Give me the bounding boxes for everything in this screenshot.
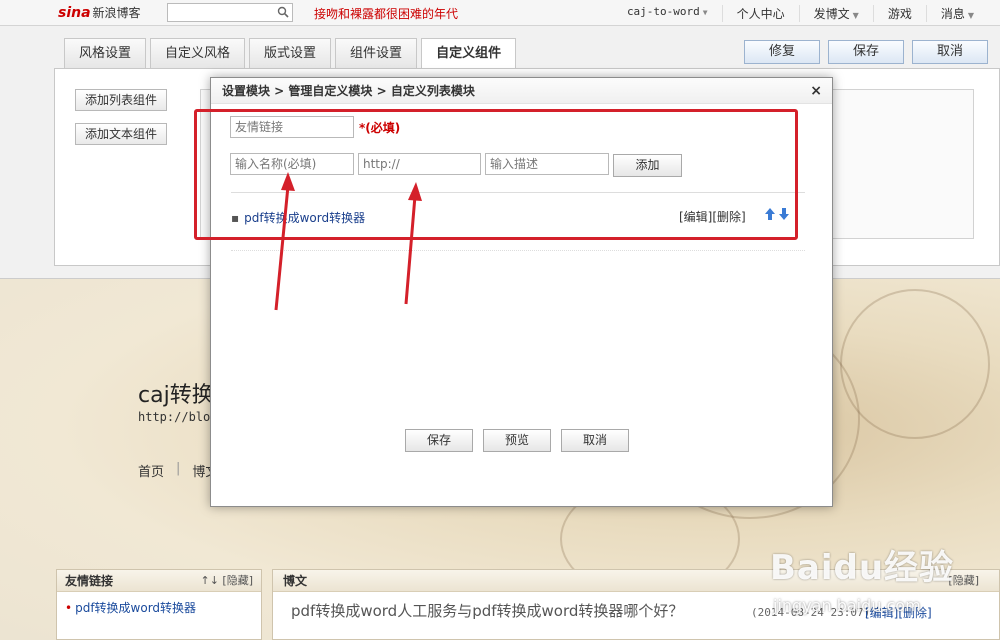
- nav-divider: |: [176, 461, 181, 476]
- watermark-brand: Baidu经验: [770, 548, 955, 588]
- tab-style-settings[interactable]: 风格设置: [64, 38, 147, 68]
- close-icon[interactable]: ×: [810, 78, 822, 104]
- divider: [231, 250, 805, 251]
- nav-post-blog[interactable]: 发博文 ▼: [798, 5, 873, 22]
- bullet-icon: •: [65, 601, 73, 615]
- blog-nav-home[interactable]: 首页: [138, 461, 164, 480]
- cancel-button[interactable]: 取消: [912, 40, 988, 64]
- save-button[interactable]: 保存: [828, 40, 904, 64]
- add-text-component-button[interactable]: 添加文本组件: [75, 123, 167, 145]
- headline-link[interactable]: 接吻和裸露都很困难的年代: [314, 5, 458, 22]
- add-list-component-button[interactable]: 添加列表组件: [75, 89, 167, 111]
- nav-blog-name[interactable]: caj-to-word ▼: [613, 5, 722, 22]
- chevron-down-icon: ▼: [967, 11, 974, 20]
- dialog-preview-button[interactable]: 预览: [483, 429, 551, 452]
- annotation-highlight-box: [194, 109, 798, 240]
- background-artwork: [840, 289, 990, 439]
- post-section-title: 博文: [283, 574, 308, 588]
- list-item[interactable]: • pdf转换成word转换器: [57, 592, 261, 623]
- widget-ops[interactable]: ↑↓ [隐藏]: [200, 570, 253, 592]
- watermark-url: jingyan.baidu.com: [773, 596, 921, 615]
- tab-custom-style[interactable]: 自定义风格: [150, 38, 246, 68]
- dialog-breadcrumb: 设置模块 > 管理自定义模块 > 自定义列表模块 ×: [211, 78, 832, 104]
- nav-personal-center[interactable]: 个人中心: [721, 5, 799, 22]
- user-nav: caj-to-word ▼ 个人中心 发博文 ▼ 游戏 消息 ▼: [613, 5, 988, 22]
- search-input[interactable]: [167, 3, 293, 22]
- nav-messages[interactable]: 消息 ▼: [925, 5, 988, 22]
- tab-component-settings[interactable]: 组件设置: [335, 38, 418, 68]
- blog-title: caj转换: [138, 383, 214, 408]
- tab-custom-component[interactable]: 自定义组件: [421, 38, 517, 69]
- chevron-down-icon: ▼: [852, 11, 859, 20]
- search-icon[interactable]: [277, 6, 289, 18]
- dialog-save-button[interactable]: 保存: [405, 429, 473, 452]
- settings-actions: 修复 保存 取消: [744, 40, 988, 64]
- tab-layout-settings[interactable]: 版式设置: [249, 38, 332, 68]
- repair-button[interactable]: 修复: [744, 40, 820, 64]
- blog-nav: 首页 | 博文: [138, 461, 218, 480]
- top-nav-bar: sina 新浪博客 接吻和裸露都很困难的年代 caj-to-word ▼ 个人中心 …: [0, 0, 1000, 26]
- sina-logo[interactable]: sina 新浪博客: [58, 4, 141, 21]
- friend-links-widget: 友情链接 ↑↓ [隐藏] • pdf转换成word转换器: [56, 569, 262, 640]
- widget-title: 友情链接: [65, 574, 114, 588]
- widget-header: 友情链接 ↑↓ [隐藏]: [57, 570, 261, 592]
- post-title-link[interactable]: pdf转换成word人工服务与pdf转换成word转换器哪个好？: [291, 600, 683, 621]
- dialog-cancel-button[interactable]: 取消: [561, 429, 629, 452]
- settings-tabs: 风格设置 自定义风格 版式设置 组件设置 自定义组件: [64, 38, 517, 69]
- breadcrumb: 设置模块 > 管理自定义模块 > 自定义列表模块: [222, 84, 475, 98]
- baidu-jingyan-watermark: Baidu经验 jingyan.baidu.com: [770, 540, 990, 630]
- chevron-down-icon: ▼: [702, 8, 708, 17]
- nav-games[interactable]: 游戏: [872, 5, 926, 22]
